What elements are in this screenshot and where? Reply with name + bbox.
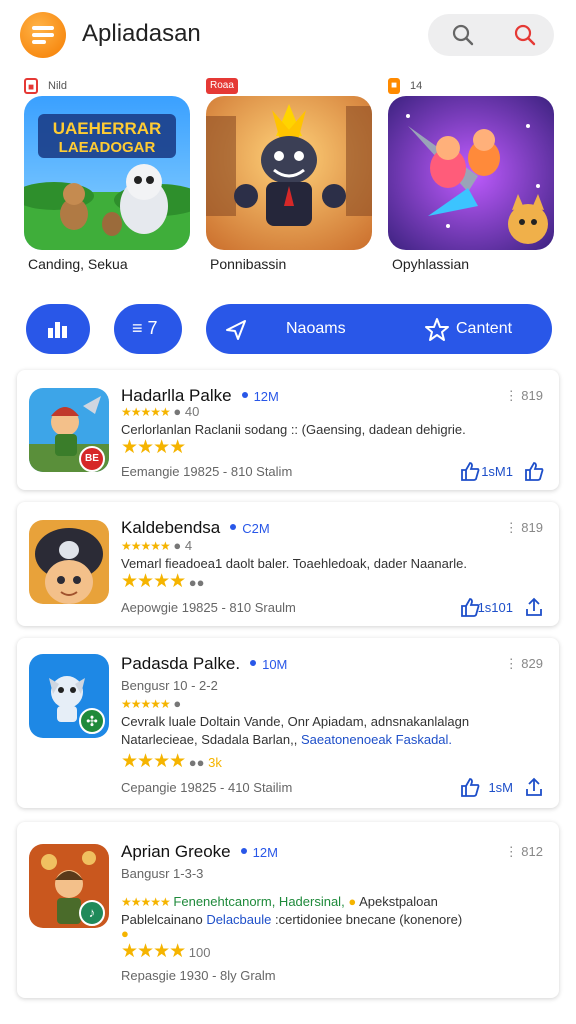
featured-item-2[interactable]: Roaa Ponnibassin — [206, 76, 376, 276]
like-icon[interactable] — [459, 460, 481, 482]
filter-button[interactable]: ≡ 7 — [114, 304, 182, 354]
app-rating-1: ★★★★★ ● 40 — [121, 404, 200, 419]
filter-icon: ≡ 7 — [132, 318, 158, 338]
app-publisher-4: Bangusr 1-3-3 — [121, 866, 204, 881]
app-stars-1: ★★★★ — [121, 437, 186, 458]
app-emoji-4: ● — [121, 926, 129, 941]
search-icon-red[interactable] — [512, 22, 538, 48]
share-icon[interactable] — [523, 596, 545, 618]
chart-button[interactable] — [26, 304, 90, 354]
app-thumb-3[interactable]: ✣ — [29, 654, 109, 738]
search-bar[interactable] — [428, 14, 554, 56]
star-icon — [425, 318, 449, 341]
share-icon[interactable] — [523, 460, 545, 482]
app-size-1: 12M — [253, 389, 279, 404]
featured-item-1[interactable]: ■ Nild UAEHERRAR LAEADOGAR Canding, Seku… — [24, 76, 194, 276]
app-title: Apliadasan — [82, 20, 201, 47]
more-menu-4[interactable]: ⋮ 812 — [505, 844, 543, 860]
more-menu-2[interactable]: ⋮ 819 — [505, 520, 543, 536]
featured-badge-text-1: Nild — [48, 80, 67, 92]
chart-icon — [48, 322, 67, 338]
app-name-2: Kaldebendsa C2M — [121, 518, 270, 537]
like-count-3: 1sM — [488, 780, 513, 795]
app-badge-1: BE — [79, 446, 105, 472]
like-count-1: 1sM1 — [481, 464, 513, 479]
app-desc-3: Cevralk luale Doltain Vande, Onr Apiadam… — [121, 714, 470, 729]
app-thumb-2[interactable] — [29, 520, 109, 604]
app-name-4: Aprian Greoke 12M — [121, 842, 278, 861]
tab-content[interactable]: Cantent — [456, 320, 512, 338]
featured-art-1[interactable]: UAEHERRAR LAEADOGAR — [24, 96, 190, 250]
app-stars-4: ★★★★ 100 — [121, 941, 211, 962]
featured-art-title-1b: LAEADOGAR — [59, 139, 156, 156]
app-name-1: Hadarlla Palke 12M — [121, 386, 279, 405]
app-desc-1: Cerlorlanlan Raclanii sodang :: (Gaensin… — [121, 422, 466, 437]
share-icon[interactable] — [523, 776, 545, 798]
app-desc2-3: Natarlecieae, Sdadala Barlan,, Saeatonen… — [121, 732, 453, 747]
app-stars-2: ★★★★ ●● — [121, 571, 205, 592]
app-name-3: Padasda Palke. 10M — [121, 654, 288, 673]
featured-caption-1: Canding, Sekua — [28, 256, 128, 272]
send-icon — [226, 320, 246, 340]
featured-art-title-1a: UAEHERRAR — [53, 119, 162, 138]
featured-art-2[interactable] — [206, 96, 372, 250]
app-footer-2: Aepowgie 19825 - 810 Sraulm — [121, 600, 296, 615]
featured-badge-3: ■ — [388, 78, 401, 94]
app-card-1[interactable]: BE Hadarlla Palke 12M ⋮ 819 ★★★★★ ● 40 Ce… — [17, 370, 559, 490]
app-stars-3: ★★★★ ●● 3k — [121, 751, 222, 772]
app-badge-3: ✣ — [79, 708, 105, 734]
tab-pill: Naoams Cantent — [206, 304, 552, 354]
like-count-2: 1s101 — [477, 600, 513, 615]
app-footer-4: Repasgie 1930 - 8ly Gralm — [121, 968, 276, 983]
featured-badge-text-3: 14 — [410, 80, 423, 92]
app-logo[interactable] — [20, 12, 66, 58]
featured-badge-1: ■ — [24, 78, 39, 94]
featured-caption-2: Ponnibassin — [210, 256, 287, 272]
app-rating-4: ★★★★★ Fenenehtcanorm, Hadersinal, ● Apek… — [121, 894, 438, 909]
filter-bar: ≡ 7 Naoams Cantent — [0, 304, 576, 356]
app-thumb-1[interactable]: BE — [29, 388, 109, 472]
app-size-2: C2M — [242, 521, 270, 536]
app-publisher-3: Bengusr 10 - 2-2 — [121, 678, 218, 693]
more-menu-1[interactable]: ⋮ 819 — [505, 388, 543, 404]
app-footer-1: Eemangie 19825 - 810 Stalim — [121, 464, 293, 479]
like-icon[interactable] — [459, 776, 481, 798]
app-thumb-4[interactable]: ♪ — [29, 844, 109, 928]
app-rating-3: ★★★★★ ● — [121, 696, 182, 711]
app-desc2-4: Pablelcainano Delacbaule :certidoniee bn… — [121, 912, 463, 927]
featured-carousel: ■ Nild UAEHERRAR LAEADOGAR Canding, Seku… — [0, 76, 576, 276]
tab-names[interactable]: Naoams — [286, 320, 346, 338]
featured-badge-2: Roaa — [206, 78, 238, 94]
featured-item-3[interactable]: ■ 14 Opyhlassian — [388, 76, 558, 276]
app-badge-4: ♪ — [79, 900, 105, 926]
app-size-3: 10M — [262, 657, 288, 672]
search-icon[interactable] — [450, 22, 476, 48]
more-menu-3[interactable]: ⋮ 829 — [505, 656, 543, 672]
app-desc-2: Vemarl fieadoea1 daolt baler. Toaehledoa… — [121, 556, 467, 571]
featured-caption-3: Opyhlassian — [392, 256, 470, 272]
app-card-3[interactable]: ✣ Padasda Palke. 10M ⋮ 829 Bengusr 10 - 2… — [17, 638, 559, 808]
app-size-4: 12M — [252, 845, 278, 860]
app-footer-3: Cepangie 19825 - 410 Stailim — [121, 780, 293, 795]
app-rating-2: ★★★★★ ● 4 — [121, 538, 193, 553]
app-card-4[interactable]: ♪ Aprian Greoke 12M ⋮ 812 Bangusr 1-3-3 ★… — [17, 822, 559, 998]
featured-art-3[interactable] — [388, 96, 554, 250]
app-card-2[interactable]: Kaldebendsa C2M ⋮ 819 ★★★★★ ● 4 Vemarl fi… — [17, 502, 559, 626]
app-header: Apliadasan — [0, 0, 576, 70]
